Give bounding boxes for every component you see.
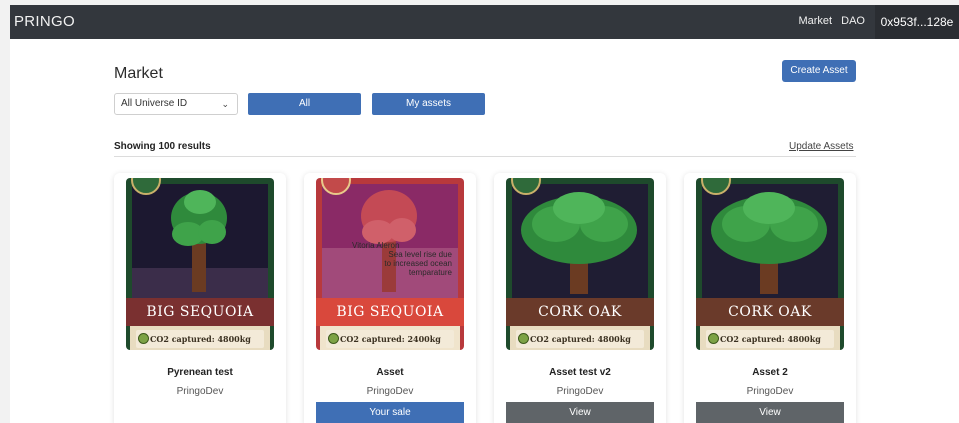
card-name: Pyrenean test bbox=[167, 367, 233, 378]
card-name: Asset bbox=[376, 367, 404, 378]
card-creator: PringoDev bbox=[746, 386, 794, 397]
cork-oak-tree-image bbox=[696, 178, 844, 350]
card-artwork: CORK OAK CO2 captured: 4800kg bbox=[506, 178, 654, 350]
card-creator: PringoDev bbox=[556, 386, 604, 397]
asset-card[interactable]: BIG SEQUOIA CO2 captured: 4800kg Pyrenea… bbox=[114, 173, 286, 423]
co2-badge: CO2 captured: 2400kg bbox=[326, 330, 454, 348]
card-artwork: Vitoria Aleron Sea level rise due to inc… bbox=[316, 178, 464, 350]
universe-select[interactable]: All Universe ID ⌄ bbox=[114, 93, 238, 115]
overlay-line: Sea level rise due bbox=[388, 250, 452, 259]
universe-select-value: All Universe ID bbox=[121, 98, 188, 109]
overlay-line: to increased ocean bbox=[384, 259, 452, 268]
update-assets-link[interactable]: Update Assets bbox=[789, 141, 853, 152]
co2-badge: CO2 captured: 4800kg bbox=[136, 330, 264, 348]
overlay-line: Vitoria Aleron bbox=[352, 241, 400, 250]
leaf-icon bbox=[518, 333, 529, 344]
asset-card[interactable]: CORK OAK CO2 captured: 4800kg Asset test… bbox=[494, 173, 666, 423]
view-button[interactable]: View bbox=[506, 402, 654, 423]
nav-links: Market DAO bbox=[792, 15, 865, 27]
card-banner-title: BIG SEQUOIA bbox=[336, 304, 444, 320]
co2-text: CO2 captured: 2400kg bbox=[340, 334, 441, 344]
create-asset-button[interactable]: Create Asset bbox=[782, 60, 856, 82]
view-button[interactable]: View bbox=[696, 402, 844, 423]
screen-background: PRINGO Market DAO 0x953f...128e Market C… bbox=[0, 0, 959, 423]
asset-card[interactable]: CORK OAK CO2 captured: 4800kg Asset 2 Pr… bbox=[684, 173, 856, 423]
co2-badge: CO2 captured: 4800kg bbox=[706, 330, 834, 348]
card-name: Asset 2 bbox=[752, 367, 788, 378]
card-artwork: CORK OAK CO2 captured: 4800kg bbox=[696, 178, 844, 350]
your-sale-button[interactable]: Your sale bbox=[316, 402, 464, 423]
page-title: Market bbox=[114, 65, 163, 82]
sequoia-tree-image bbox=[126, 178, 274, 350]
leaf-icon bbox=[708, 333, 719, 344]
co2-text: CO2 captured: 4800kg bbox=[150, 334, 251, 344]
filter-all-button[interactable]: All bbox=[248, 93, 361, 115]
brand-logo[interactable]: PRINGO bbox=[14, 13, 75, 30]
card-artwork: BIG SEQUOIA CO2 captured: 4800kg bbox=[126, 178, 274, 350]
card-banner-title: CORK OAK bbox=[728, 304, 812, 320]
filter-my-assets-button[interactable]: My assets bbox=[372, 93, 485, 115]
card-banner-title: CORK OAK bbox=[538, 304, 622, 320]
nav-market-link[interactable]: Market bbox=[798, 15, 832, 27]
card-name: Asset test v2 bbox=[549, 367, 611, 378]
top-navbar: PRINGO Market DAO 0x953f...128e bbox=[10, 5, 959, 39]
co2-badge: CO2 captured: 4800kg bbox=[516, 330, 644, 348]
wallet-address-button[interactable]: 0x953f...128e bbox=[875, 5, 959, 39]
card-overlay-caption: Vitoria Aleron Sea level rise due to inc… bbox=[352, 241, 452, 277]
app-page: PRINGO Market DAO 0x953f...128e Market C… bbox=[10, 5, 959, 423]
co2-text: CO2 captured: 4800kg bbox=[720, 334, 821, 344]
chevron-down-icon: ⌄ bbox=[221, 99, 229, 109]
card-banner-title: BIG SEQUOIA bbox=[146, 304, 254, 320]
cork-oak-tree-image bbox=[506, 178, 654, 350]
nav-dao-link[interactable]: DAO bbox=[841, 15, 865, 27]
card-creator: PringoDev bbox=[366, 386, 414, 397]
card-creator: PringoDev bbox=[176, 386, 224, 397]
results-count: Showing 100 results bbox=[114, 141, 211, 152]
results-divider bbox=[114, 156, 856, 157]
overlay-line: temparature bbox=[408, 268, 452, 277]
co2-text: CO2 captured: 4800kg bbox=[530, 334, 631, 344]
leaf-icon bbox=[328, 333, 339, 344]
leaf-icon bbox=[138, 333, 149, 344]
asset-card[interactable]: Vitoria Aleron Sea level rise due to inc… bbox=[304, 173, 476, 423]
